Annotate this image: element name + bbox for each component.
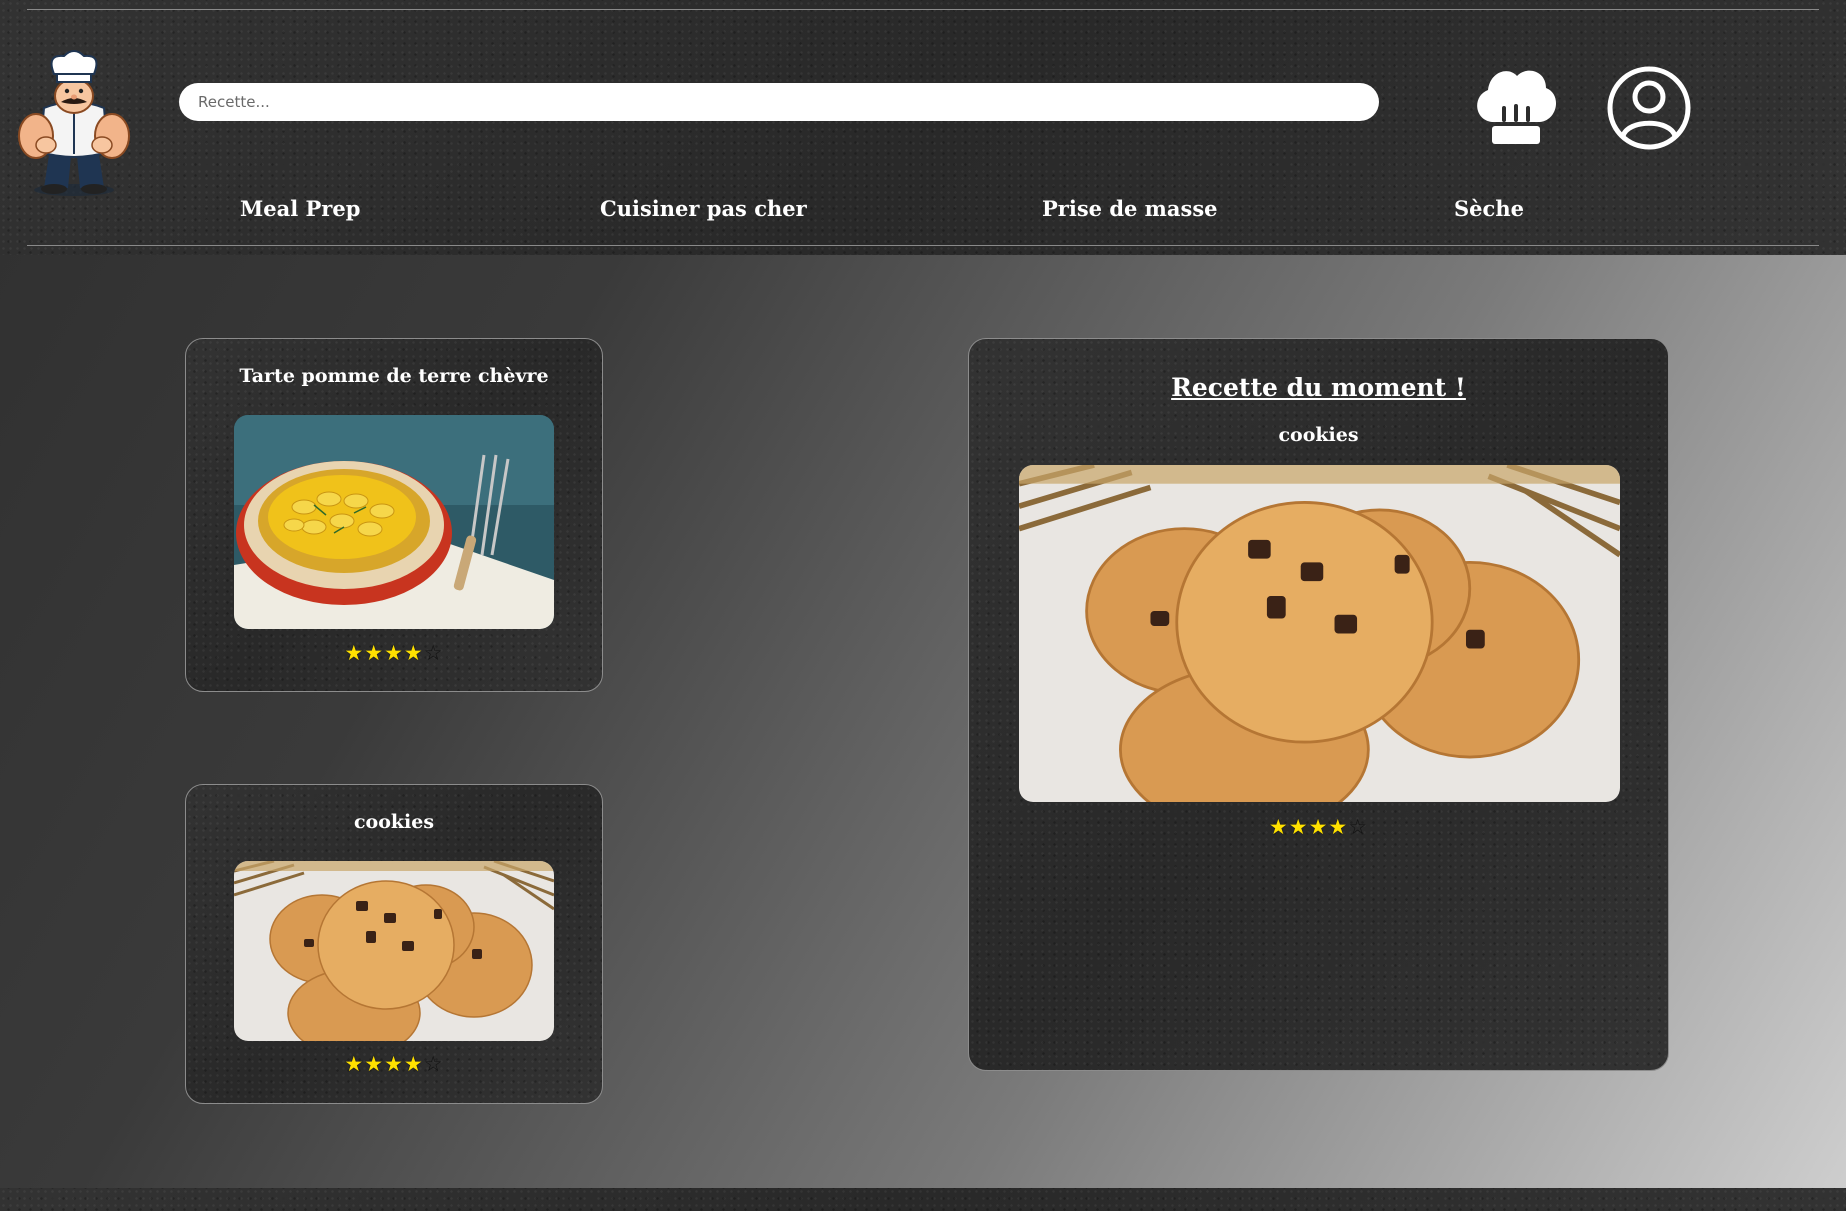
nav-prise-de-masse[interactable]: Prise de masse <box>1042 196 1218 221</box>
star-filled-icon: ★ <box>1288 815 1309 839</box>
header-bottom-divider <box>27 245 1819 246</box>
featured-image[interactable] <box>1019 465 1620 802</box>
star-filled-icon: ★ <box>1328 815 1349 839</box>
star-empty-icon: ☆ <box>1348 815 1369 839</box>
featured-heading: Recette du moment ! <box>1171 373 1466 402</box>
recipe-title[interactable]: Tarte pomme de terre chèvre <box>186 365 602 387</box>
nav-cuisiner-pas-cher[interactable]: Cuisiner pas cher <box>600 196 807 221</box>
chef-hat-icon[interactable] <box>1470 60 1560 150</box>
star-filled-icon: ★ <box>344 641 365 665</box>
recipe-image[interactable] <box>234 415 554 629</box>
user-circle-icon[interactable] <box>1606 65 1692 151</box>
star-filled-icon: ★ <box>403 641 424 665</box>
search-input[interactable] <box>179 83 1379 121</box>
site-footer <box>0 1188 1846 1211</box>
recipe-rating: ★★★★☆ <box>186 641 602 665</box>
recipe-card[interactable]: Tarte pomme de terre chèvre ★★★★☆ <box>185 338 603 692</box>
nav-seche[interactable]: Sèche <box>1454 196 1524 221</box>
star-empty-icon: ☆ <box>423 1052 444 1076</box>
site-header: Meal Prep Cuisiner pas cher Prise de mas… <box>0 0 1846 255</box>
recipe-image[interactable] <box>234 861 554 1041</box>
featured-rating: ★★★★☆ <box>969 815 1668 839</box>
star-filled-icon: ★ <box>1308 815 1329 839</box>
star-filled-icon: ★ <box>384 1052 404 1076</box>
featured-recipe-card[interactable]: Recette du moment ! cookies ★★★★☆ <box>968 338 1669 1071</box>
recipe-card[interactable]: cookies ★★★★☆ <box>185 784 603 1104</box>
star-filled-icon: ★ <box>1268 815 1289 839</box>
star-filled-icon: ★ <box>384 641 404 665</box>
star-filled-icon: ★ <box>344 1052 365 1076</box>
nav-meal-prep[interactable]: Meal Prep <box>240 196 360 221</box>
recipe-rating: ★★★★☆ <box>186 1052 602 1076</box>
featured-title[interactable]: cookies <box>969 424 1668 446</box>
star-filled-icon: ★ <box>364 1052 385 1076</box>
header-top-divider <box>27 9 1819 10</box>
chef-mascot-logo[interactable] <box>16 48 134 198</box>
star-filled-icon: ★ <box>364 641 385 665</box>
star-empty-icon: ☆ <box>423 641 444 665</box>
recipe-title[interactable]: cookies <box>186 811 602 833</box>
star-filled-icon: ★ <box>403 1052 424 1076</box>
